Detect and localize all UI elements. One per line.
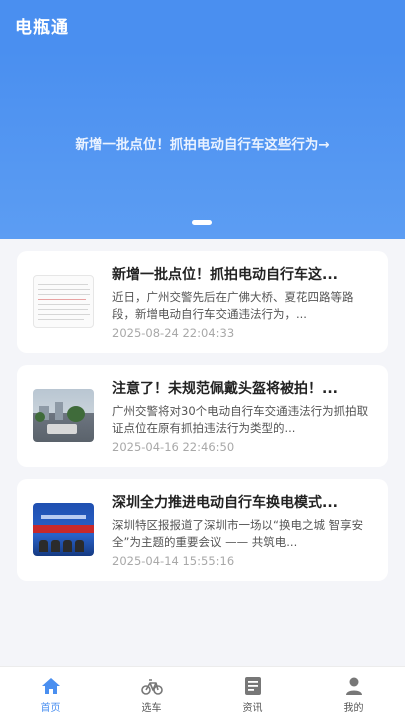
news-thumbnail [33,275,94,328]
news-thumbnail [33,389,94,442]
tab-home[interactable]: 首页 [0,667,101,720]
banner-carousel[interactable]: 新增一批点位！抓拍电动自行车这些行为→ [0,50,405,239]
news-card[interactable]: 注意了！未规范佩戴头盔将被拍！... 广州交警将对30个电动自行车交通违法行为抓… [17,365,388,467]
news-card[interactable]: 新增一批点位！抓拍电动自行车这... 近日，广州交警先后在广佛大桥、夏花四路等路… [17,251,388,353]
tab-profile[interactable]: 我的 [303,667,404,720]
news-summary: 近日，广州交警先后在广佛大桥、夏花四路等路段，新增电动自行车交通违法行为，... [112,290,354,321]
news-icon [244,677,261,695]
news-list: 新增一批点位！抓拍电动自行车这... 近日，广州交警先后在广佛大桥、夏花四路等路… [17,251,388,593]
news-title[interactable]: 新增一批点位！抓拍电动自行车这... [112,264,372,284]
home-icon [41,678,60,694]
bicycle-icon [140,679,163,695]
news-summary: 深圳特区报报道了深圳市一场以“换电之城 智享安全”为主题的重要会议 —— 共筑电… [112,518,364,549]
news-thumbnail [33,503,94,556]
banner-headline[interactable]: 新增一批点位！抓拍电动自行车这些行为→ [0,133,405,153]
news-card[interactable]: 深圳全力推进电动自行车换电模式... 深圳特区报报道了深圳市一场以“换电之城 智… [17,479,388,581]
tab-select-vehicle[interactable]: 选车 [101,667,202,720]
news-summary: 广州交警将对30个电动自行车交通违法行为抓拍取证点位在原有抓拍违法行为类型的..… [112,404,369,435]
app-title: 电瓶通 [15,18,69,38]
tab-label: 选车 [141,703,162,714]
tab-label: 我的 [343,703,364,714]
news-timestamp: 2025-04-14 15:55:16 [112,554,235,568]
bottom-tab-bar: 首页 选车 资讯 我的 [0,666,405,720]
news-title[interactable]: 注意了！未规范佩戴头盔将被拍！... [112,378,372,398]
news-timestamp: 2025-04-16 22:46:50 [112,440,235,454]
tab-news[interactable]: 资讯 [202,667,303,720]
carousel-indicator [192,220,212,225]
user-icon [345,677,362,695]
app-header: 电瓶通 [0,0,405,50]
news-title[interactable]: 深圳全力推进电动自行车换电模式... [112,492,372,512]
news-timestamp: 2025-08-24 22:04:33 [112,326,235,340]
tab-label: 资讯 [242,703,263,714]
tab-label: 首页 [40,703,61,714]
